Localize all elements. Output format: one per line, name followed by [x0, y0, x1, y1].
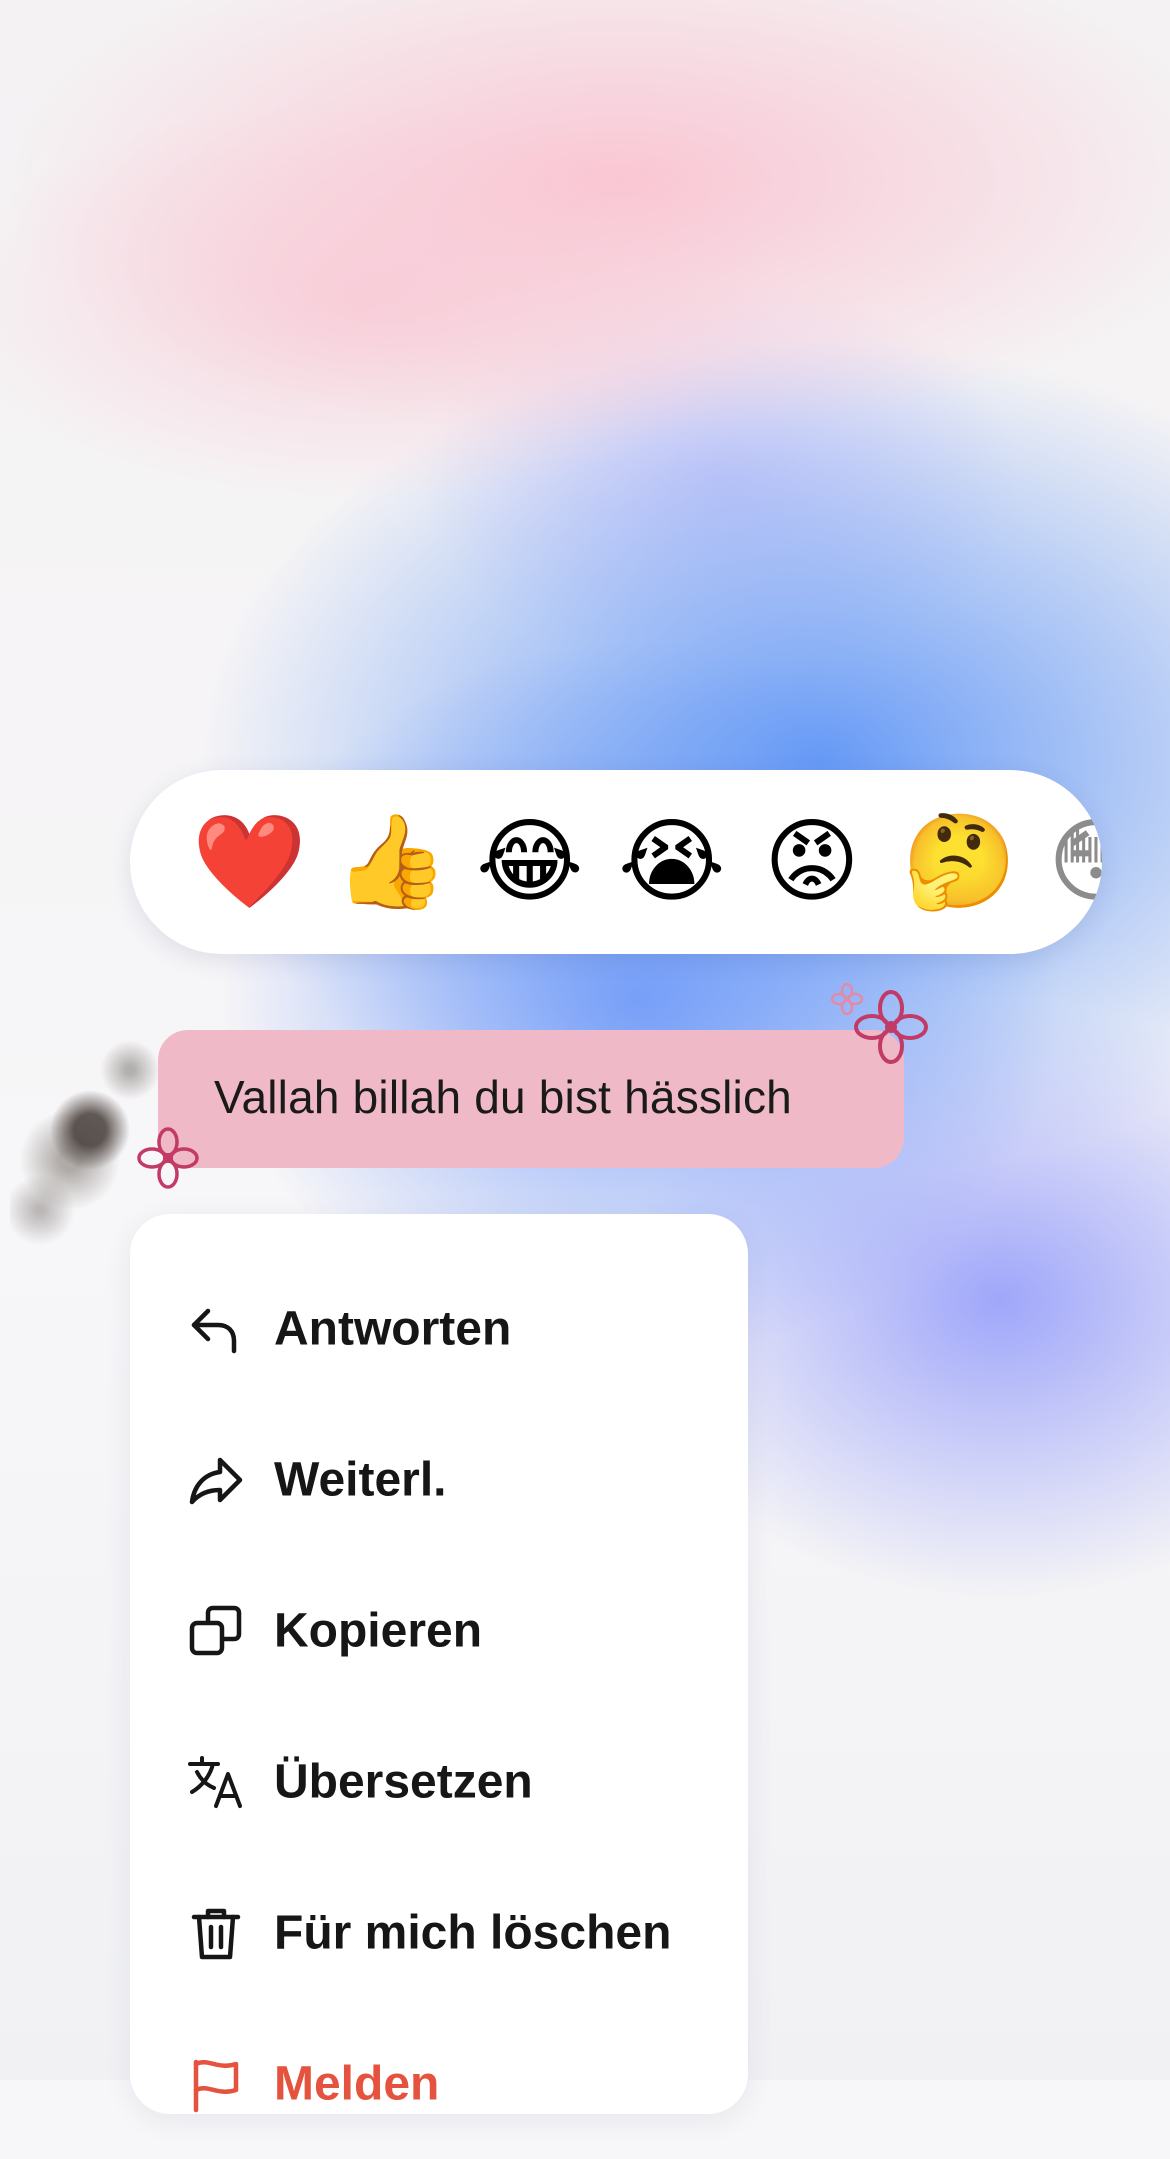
angry-reaction-emoji[interactable]: 😡 — [760, 810, 864, 914]
menu-item-label: Weiterl. — [274, 1453, 447, 1507]
menu-item-delete[interactable]: Für mich löschen — [130, 1858, 748, 2008]
message-text: Vallah billah du bist hässlich — [214, 1071, 792, 1123]
copy-icon — [189, 1605, 242, 1656]
menu-item-label: Übersetzen — [274, 1755, 533, 1809]
menu-item-report[interactable]: Melden — [130, 2009, 748, 2159]
thumbs-up-reaction-emoji[interactable]: 👍 — [334, 810, 449, 914]
menu-item-translate[interactable]: Übersetzen — [130, 1707, 748, 1857]
message-bubble[interactable]: Vallah billah du bist hässlich — [158, 1030, 904, 1168]
reaction-bar: ❤️ 👍 😂 😭 😡 🤔 😳 — [130, 770, 1102, 954]
heart-reaction-emoji[interactable]: ❤️ — [192, 810, 307, 914]
tears-of-joy-reaction-emoji[interactable]: 😂 — [476, 810, 584, 914]
partial-face-reaction-emoji[interactable]: 😳 — [1044, 810, 1102, 914]
reply-arrow-icon — [191, 1308, 237, 1354]
trash-icon — [191, 1908, 241, 1960]
menu-item-label: Kopieren — [274, 1604, 483, 1658]
menu-item-copy[interactable]: Kopieren — [130, 1556, 748, 1706]
loudly-crying-reaction-emoji[interactable]: 😭 — [618, 810, 726, 914]
flag-icon — [193, 2059, 239, 2113]
menu-item-label: Melden — [274, 2057, 440, 2111]
menu-item-label: Antworten — [274, 1302, 512, 1356]
menu-item-label: Für mich löschen — [274, 1906, 672, 1960]
translate-icon — [188, 1756, 242, 1808]
forward-arrow-icon — [189, 1457, 243, 1505]
menu-item-forward[interactable]: Weiterl. — [130, 1405, 748, 1555]
context-menu: Antworten Weiterl. Kopieren Übersetzen F… — [130, 1214, 748, 2114]
menu-item-reply[interactable]: Antworten — [130, 1254, 748, 1404]
thinking-reaction-emoji[interactable]: 🤔 — [902, 810, 1017, 914]
